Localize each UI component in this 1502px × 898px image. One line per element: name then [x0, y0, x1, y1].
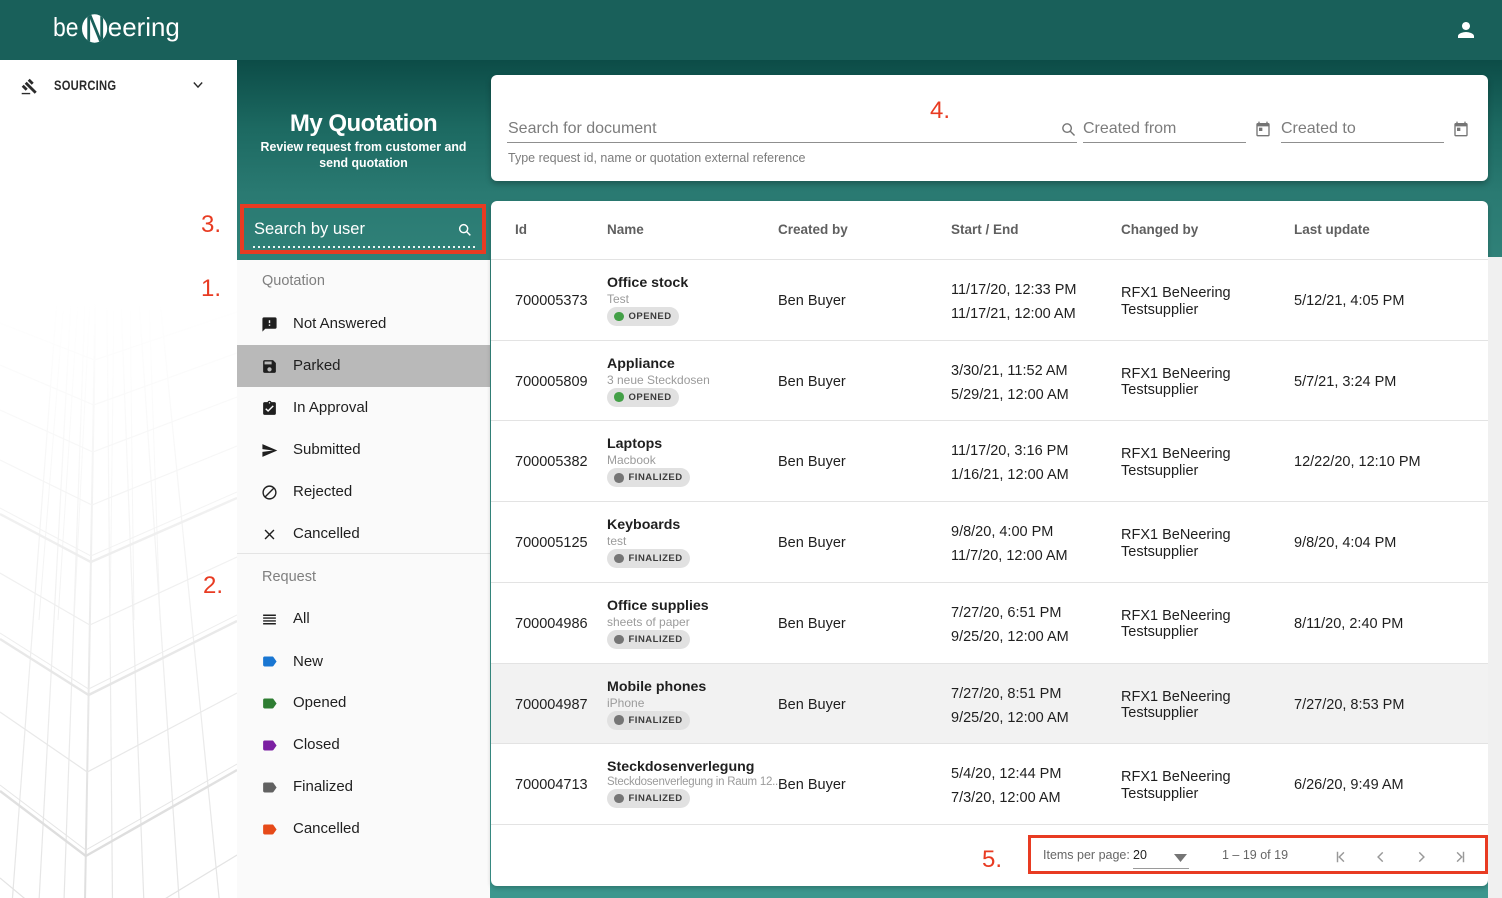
svg-text:eering: eering: [108, 12, 180, 42]
svg-text:be: be: [53, 12, 79, 42]
